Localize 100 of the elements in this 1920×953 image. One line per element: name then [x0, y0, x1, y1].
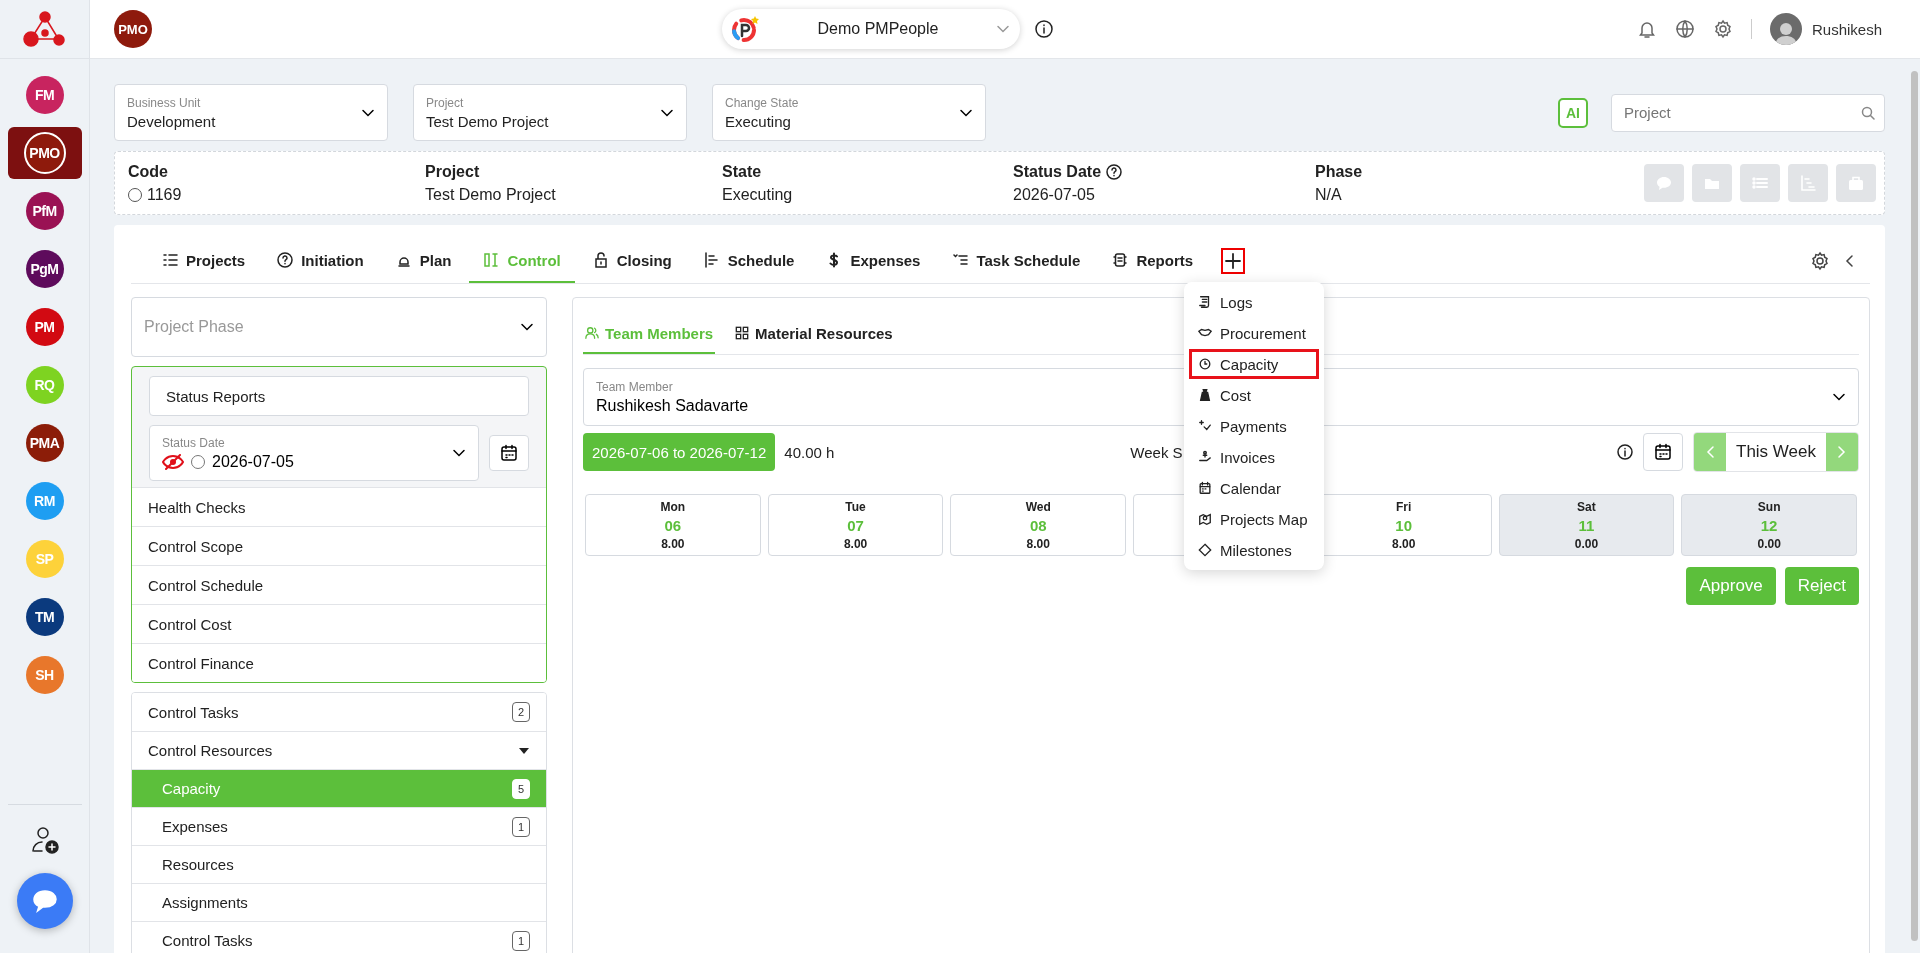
- user-avatar[interactable]: [1769, 13, 1802, 45]
- tab-icon: [1112, 252, 1129, 268]
- summary-label: State: [722, 162, 762, 181]
- dropdown-field[interactable]: Status Date 2026-07-05: [149, 425, 479, 481]
- menu-item[interactable]: Calendar: [1189, 473, 1319, 503]
- calendar-button[interactable]: [489, 435, 529, 471]
- day-date: 08: [1029, 516, 1047, 534]
- day-hours: 8.00: [1026, 536, 1050, 551]
- dropdown-field[interactable]: Business Unit Development: [114, 84, 388, 141]
- field-label: Change State: [725, 95, 799, 110]
- info-icon[interactable]: [1617, 444, 1633, 460]
- tab[interactable]: Expenses: [812, 239, 935, 283]
- add-tab-button[interactable]: [1221, 248, 1246, 274]
- field-label: Status Date: [162, 435, 225, 450]
- search-field[interactable]: Project: [1611, 93, 1885, 132]
- day-date: 11: [1578, 516, 1595, 534]
- tab-icon: [162, 252, 178, 268]
- day-name: Tue: [845, 499, 866, 514]
- list-item[interactable]: Control Finance: [132, 643, 546, 682]
- day-hours: 0.00: [1757, 536, 1781, 551]
- rail-item[interactable]: FM: [7, 69, 82, 121]
- day-hours: 0.00: [1574, 536, 1599, 551]
- day-name: Sat: [1577, 499, 1596, 514]
- menu-item[interactable]: Milestones: [1189, 535, 1319, 565]
- count-badge: 5: [512, 778, 530, 799]
- add-user-icon[interactable]: [29, 825, 60, 855]
- day-hours: 8.00: [1392, 536, 1416, 551]
- count-badge: 1: [512, 816, 530, 837]
- rail-item[interactable]: PfM: [7, 185, 82, 237]
- summary-label: Status Date: [1013, 162, 1102, 181]
- module-badge: SH: [25, 656, 64, 694]
- chat-icon: [30, 888, 59, 914]
- bell-icon[interactable]: [1636, 19, 1657, 39]
- dropdown-field[interactable]: Project Test Demo Project: [413, 84, 687, 141]
- info-icon[interactable]: [1035, 20, 1053, 38]
- tab[interactable]: Closing: [578, 239, 686, 283]
- list-item[interactable]: Control Schedule: [132, 565, 546, 604]
- tab[interactable]: Task Schedule: [938, 239, 1095, 283]
- menu-item[interactable]: Invoices: [1189, 442, 1319, 472]
- menu-item-icon: [1198, 543, 1212, 557]
- module-badge: PMO: [114, 10, 152, 48]
- tab[interactable]: Schedule: [689, 239, 809, 283]
- chat-button[interactable]: [16, 873, 73, 929]
- chat-icon: [1655, 174, 1673, 192]
- summary-label: Project: [425, 162, 480, 181]
- tab[interactable]: Reports: [1098, 239, 1208, 283]
- rail-item[interactable]: PM: [7, 301, 82, 353]
- module-badge: TM: [25, 598, 64, 636]
- list-item[interactable]: Health Checks: [132, 487, 546, 526]
- rail-item[interactable]: PMA: [7, 417, 82, 469]
- globe-icon[interactable]: [1674, 19, 1695, 39]
- user-name[interactable]: Rushikesh: [1811, 20, 1882, 38]
- workspace-select[interactable]: Demo PMPeople: [722, 9, 1020, 49]
- day-name: Mon: [660, 499, 686, 514]
- menu-item-icon: [1198, 295, 1212, 309]
- rail-item[interactable]: TM: [7, 591, 82, 643]
- list-item[interactable]: Control Cost: [132, 604, 546, 643]
- logo-icon: [22, 9, 67, 49]
- summary-value: Test Demo Project: [425, 185, 556, 204]
- menu-item[interactable]: Logs: [1189, 287, 1319, 317]
- menu-item-icon: [1198, 512, 1212, 526]
- menu-item[interactable]: Capacity: [1189, 349, 1319, 379]
- field-value: 2026-07-05: [212, 452, 294, 471]
- rail-item[interactable]: PgM: [7, 243, 82, 295]
- tab-icon: [277, 252, 294, 268]
- tab[interactable]: Plan: [381, 239, 466, 283]
- help-icon[interactable]: [1106, 163, 1123, 180]
- tab[interactable]: Initiation: [263, 239, 378, 283]
- module-badge: RM: [25, 482, 64, 520]
- chevron-left-icon[interactable]: [1844, 254, 1856, 268]
- field-value: Development: [127, 112, 216, 130]
- menu-item[interactable]: Projects Map: [1189, 504, 1319, 534]
- tab[interactable]: Projects: [148, 239, 260, 283]
- text-field[interactable]: Status Reports: [149, 376, 529, 416]
- menu-item-icon: [1198, 388, 1212, 402]
- summary-value: 1169: [147, 185, 182, 204]
- list-icon: [1751, 174, 1769, 192]
- menu-item[interactable]: Procurement: [1189, 318, 1319, 348]
- dropdown-field[interactable]: Change State Executing: [712, 84, 986, 141]
- module-badge: PMA: [25, 424, 64, 462]
- settings-icon[interactable]: [1810, 251, 1830, 271]
- field-value: Rushikesh Sadavarte: [596, 396, 749, 415]
- scrollbar[interactable]: [1911, 71, 1918, 941]
- list-item[interactable]: Control Scope: [132, 526, 546, 565]
- calendar-button[interactable]: [1643, 433, 1683, 471]
- rail-item[interactable]: PMO: [7, 127, 82, 179]
- menu-item[interactable]: Cost: [1189, 380, 1319, 410]
- field-value: Executing: [725, 112, 791, 130]
- nav-item[interactable]: Capacity 5: [132, 769, 546, 807]
- summary-label: Code: [128, 162, 168, 181]
- settings-icon[interactable]: [1712, 19, 1733, 39]
- field-label: Team Member: [596, 379, 673, 394]
- menu-item-icon: [1198, 481, 1212, 495]
- briefcase-icon: [1847, 174, 1865, 192]
- module-badge: RQ: [25, 366, 64, 404]
- grid-icon: [735, 326, 750, 340]
- tab[interactable]: Material Resources: [733, 318, 895, 354]
- summary-value: N/A: [1315, 185, 1342, 204]
- nav-item[interactable]: Control Tasks 1: [132, 921, 546, 953]
- calendar-icon: [1654, 443, 1672, 461]
